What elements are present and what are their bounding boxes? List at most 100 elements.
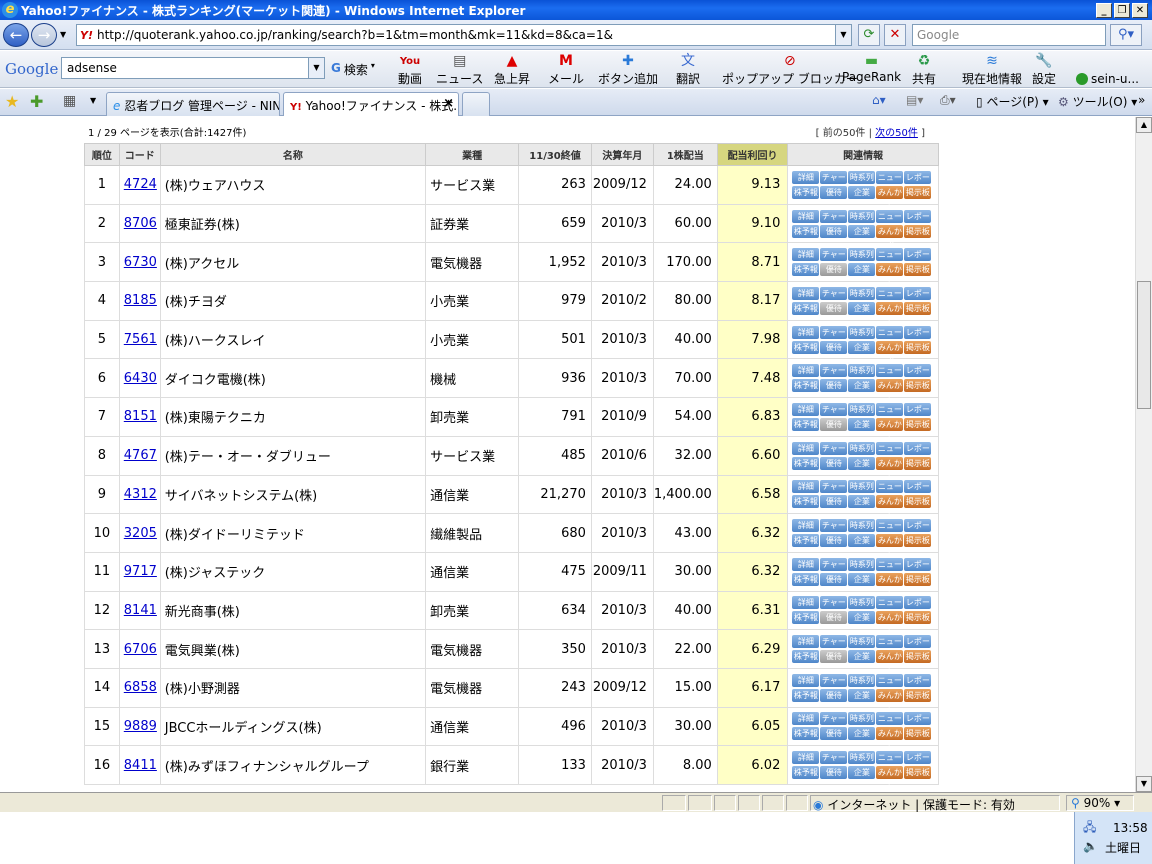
related-button[interactable]: チャート xyxy=(820,209,848,234)
toolbar-trending[interactable]: ▲ 急上昇 xyxy=(494,53,530,87)
related-button[interactable]: 優待 xyxy=(820,534,848,548)
related-button[interactable]: チャート xyxy=(820,480,848,504)
related-button[interactable]: チャート xyxy=(820,519,848,543)
code-link[interactable]: 3205 xyxy=(124,526,157,541)
print-icon[interactable]: ⎙▾ xyxy=(940,93,956,108)
favorites-star-icon[interactable]: ★ xyxy=(5,92,19,111)
related-button[interactable]: ニュース xyxy=(876,557,904,582)
related-button[interactable]: 株予報 xyxy=(792,456,820,470)
related-button[interactable]: 優待 xyxy=(820,611,848,625)
related-button[interactable]: 株予報 xyxy=(792,727,820,741)
related-button[interactable]: 時系列 xyxy=(848,596,876,610)
related-button[interactable]: 企業 xyxy=(848,727,876,741)
related-button[interactable]: 詳細 xyxy=(792,673,820,687)
quick-tabs-icon[interactable]: ▦ xyxy=(63,93,76,109)
tab-yahoo-finance[interactable]: Y! Yahoo!ファイナンス - 株式... × xyxy=(283,92,459,116)
code-link[interactable]: 7561 xyxy=(124,332,157,347)
related-button[interactable]: チャート xyxy=(820,596,848,620)
toolbar-add-button[interactable]: ✚ ボタン追加 xyxy=(598,53,658,87)
related-button[interactable]: 詳細 xyxy=(792,635,820,649)
related-button[interactable]: レポート xyxy=(904,557,932,582)
related-button[interactable]: みんかぶ xyxy=(876,495,904,519)
scroll-up-icon[interactable]: ▲ xyxy=(1136,117,1152,133)
code-link[interactable]: 6430 xyxy=(124,371,157,386)
related-button[interactable]: ニュース xyxy=(876,441,904,466)
related-button[interactable]: みんかぶ xyxy=(876,766,904,790)
related-button[interactable]: 優待 xyxy=(820,766,848,780)
toolbar-translate[interactable]: 文翻訳 xyxy=(676,53,700,87)
clock-time[interactable]: 13:58 xyxy=(1113,821,1148,835)
related-button[interactable]: 株予報 xyxy=(792,185,820,199)
related-button[interactable]: 掲示板 xyxy=(904,263,932,277)
add-favorite-icon[interactable]: ✚ xyxy=(30,92,43,111)
related-button[interactable]: 詳細 xyxy=(792,248,820,262)
related-button[interactable]: チャート xyxy=(820,325,848,350)
related-button[interactable]: 掲示板 xyxy=(904,301,932,315)
related-button[interactable]: みんかぶ xyxy=(876,417,904,442)
related-button[interactable]: レポート xyxy=(904,441,932,466)
related-button[interactable]: 企業 xyxy=(848,572,876,586)
related-button[interactable]: 株予報 xyxy=(792,263,820,277)
related-button[interactable]: レポート xyxy=(904,635,932,659)
related-button[interactable]: ニュース xyxy=(876,325,904,350)
related-button[interactable]: 優待 xyxy=(820,572,848,586)
history-dropdown-icon[interactable]: ▼ xyxy=(60,30,66,39)
code-link[interactable]: 6730 xyxy=(124,255,157,270)
related-button[interactable]: 企業 xyxy=(848,340,876,354)
next-page-link[interactable]: 次の50件 xyxy=(875,128,918,139)
code-link[interactable]: 8706 xyxy=(124,216,157,231)
related-button[interactable]: レポート xyxy=(904,673,932,698)
related-button[interactable]: 企業 xyxy=(848,534,876,548)
related-button[interactable]: ニュース xyxy=(876,170,904,195)
related-button[interactable]: ニュース xyxy=(876,519,904,543)
related-button[interactable]: 優待 xyxy=(820,263,848,277)
related-button[interactable]: ニュース xyxy=(876,209,904,234)
security-zone[interactable]: ◉ インターネット | 保護モード: 有効 xyxy=(810,795,1060,812)
related-button[interactable]: レポート xyxy=(904,480,932,504)
related-button[interactable]: チャート xyxy=(820,712,848,736)
related-button[interactable]: 株予報 xyxy=(792,495,820,509)
vertical-scrollbar[interactable]: ▲ ▼ xyxy=(1135,117,1152,792)
related-button[interactable]: 株予報 xyxy=(792,572,820,586)
related-button[interactable]: みんかぶ xyxy=(876,379,904,403)
related-button[interactable]: 株予報 xyxy=(792,534,820,548)
related-button[interactable]: チャート xyxy=(820,673,848,698)
related-button[interactable]: みんかぶ xyxy=(876,340,904,365)
related-button[interactable]: 優待 xyxy=(820,688,848,702)
related-button[interactable]: ニュース xyxy=(876,286,904,311)
related-button[interactable]: チャート xyxy=(820,402,848,427)
related-button[interactable]: レポート xyxy=(904,751,932,775)
related-button[interactable]: レポート xyxy=(904,209,932,234)
related-button[interactable]: チャート xyxy=(820,441,848,466)
related-button[interactable]: 詳細 xyxy=(792,596,820,610)
search-button[interactable]: ⚲▾ xyxy=(1110,24,1142,46)
related-button[interactable]: レポート xyxy=(904,325,932,350)
tools-menu[interactable]: ⚙ ツール(O) ▾ xyxy=(1058,93,1137,110)
google-search-box[interactable]: adsense ▼ xyxy=(61,57,325,79)
related-button[interactable]: 掲示板 xyxy=(904,572,932,586)
volume-icon[interactable]: 🔈 xyxy=(1083,839,1098,853)
related-button[interactable]: みんかぶ xyxy=(876,572,904,597)
related-button[interactable]: みんかぶ xyxy=(876,224,904,249)
related-button[interactable]: 掲示板 xyxy=(904,727,932,741)
related-button[interactable]: レポート xyxy=(904,248,932,272)
related-button[interactable]: みんかぶ xyxy=(876,301,904,326)
prev-page-link[interactable]: [ 前の50件 | xyxy=(816,128,872,139)
close-button[interactable]: ✕ xyxy=(1132,2,1148,18)
related-button[interactable]: 企業 xyxy=(848,185,876,199)
related-button[interactable]: チャート xyxy=(820,557,848,582)
related-button[interactable]: 株予報 xyxy=(792,650,820,664)
new-tab-button[interactable] xyxy=(462,92,490,116)
related-button[interactable]: 優待 xyxy=(820,727,848,741)
url-text[interactable]: http://quoterank.yahoo.co.jp/ranking/sea… xyxy=(97,28,835,42)
related-button[interactable]: 詳細 xyxy=(792,402,820,416)
related-button[interactable]: 株予報 xyxy=(792,688,820,702)
google-dropdown-icon[interactable]: ▼ xyxy=(308,58,324,78)
code-link[interactable]: 9889 xyxy=(124,719,157,734)
related-button[interactable]: チャート xyxy=(820,364,848,388)
related-button[interactable]: みんかぶ xyxy=(876,534,904,558)
related-button[interactable]: みんかぶ xyxy=(876,456,904,481)
related-button[interactable]: 詳細 xyxy=(792,170,820,184)
related-button[interactable]: 優待 xyxy=(820,650,848,664)
related-button[interactable]: 詳細 xyxy=(792,712,820,726)
